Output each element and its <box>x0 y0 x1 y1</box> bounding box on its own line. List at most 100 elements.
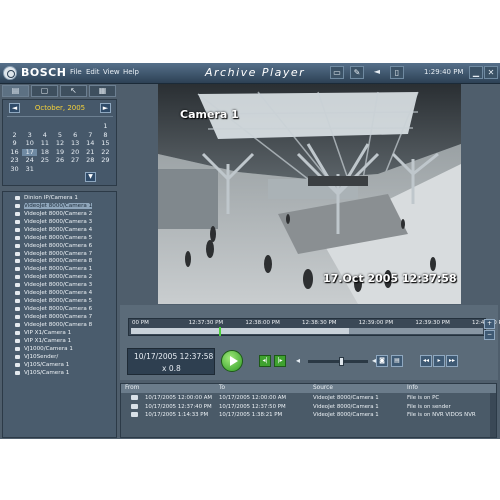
menu-edit[interactable]: Edit <box>86 68 100 76</box>
camera-list-item[interactable]: VideoJet 8000/Camera 6 <box>3 305 116 313</box>
calendar-day[interactable]: 14 <box>83 139 98 148</box>
tab-calendar[interactable]: ▤ <box>2 85 29 97</box>
camera-icon <box>15 267 20 272</box>
calendar-day[interactable]: 22 <box>98 148 113 157</box>
calendar-day[interactable]: 1 <box>98 122 113 131</box>
next-month-button[interactable]: ► <box>100 103 111 113</box>
calendar-day[interactable]: 7 <box>83 131 98 140</box>
monitor-icon[interactable]: ▭ <box>330 66 344 79</box>
calendar-day[interactable]: 5 <box>52 131 67 140</box>
calendar-day[interactable]: 12 <box>52 139 67 148</box>
camera-list-item[interactable]: VJ1000/Camera 1 <box>3 345 116 353</box>
calendar-scroll-button[interactable]: ▼ <box>85 172 96 182</box>
zoom-in-icon: + <box>486 320 493 327</box>
tab-folder[interactable]: ▢ <box>31 85 58 97</box>
calendar-day[interactable]: 26 <box>52 156 67 165</box>
table-scrollbar[interactable] <box>490 393 496 437</box>
play-reverse-button[interactable]: ▸ <box>433 355 445 367</box>
camera-list-item[interactable]: VJ10S/Camera 1 <box>3 361 116 369</box>
print-button[interactable]: ▤ <box>391 355 403 367</box>
camera-list-item[interactable]: VJ10Sender/ <box>3 353 116 361</box>
tab-export[interactable]: ↖ <box>60 85 87 97</box>
camera-list-item[interactable]: VIP X1/Camera 1 <box>3 337 116 345</box>
camera-list-item[interactable]: VideoJet 8000/Camera 7 <box>3 250 116 258</box>
camera-list-item[interactable]: VideoJet 8000/Camera 2 <box>3 210 116 218</box>
device-icon[interactable]: ▯ <box>390 66 404 79</box>
camera-list-item[interactable]: VideoJet 8000/Camera 8 <box>3 258 116 266</box>
calendar-day[interactable]: 20 <box>68 148 83 157</box>
camera-list-item[interactable]: Dinion IP/Camera 1 <box>3 194 116 202</box>
volume-slider-knob[interactable] <box>339 357 344 366</box>
tools-icon[interactable]: ✎ <box>350 66 364 79</box>
rewind-button[interactable]: ◂◂ <box>420 355 432 367</box>
zoom-in-button[interactable]: + <box>484 319 495 329</box>
camera-list-item[interactable]: VideoJet 8000/Camera 3 <box>3 218 116 226</box>
camera-list-item[interactable]: VideoJet 8000/Camera 8 <box>3 321 116 329</box>
fast-forward-button[interactable]: ▸▸ <box>446 355 458 367</box>
camera-list-item[interactable]: VideoJet 8000/Camera 1 <box>3 265 116 273</box>
calendar-day[interactable]: 15 <box>98 139 113 148</box>
calendar-day[interactable]: 18 <box>37 148 52 157</box>
camera-list-item[interactable]: VideoJet 8000/Camera 4 <box>3 226 116 234</box>
calendar-day[interactable]: 4 <box>37 131 52 140</box>
calendar-day[interactable]: 30 <box>7 165 22 174</box>
calendar-day[interactable]: 2 <box>7 131 22 140</box>
step-back-button[interactable]: ◂| <box>259 355 271 367</box>
camera-list-item[interactable]: VideoJet 8000/Camera 1 <box>3 202 116 210</box>
camera-list-item[interactable]: VideoJet 8000/Camera 3 <box>3 281 116 289</box>
table-row[interactable]: 10/17/2005 12:00:00 AM 10/17/2005 12:00:0… <box>121 394 496 402</box>
calendar-day[interactable]: 23 <box>7 156 22 165</box>
table-row[interactable]: 10/17/2005 12:37:40 PM 10/17/2005 12:37:5… <box>121 403 496 411</box>
step-forward-button[interactable]: |▸ <box>274 355 286 367</box>
column-header-to[interactable]: To <box>219 385 225 391</box>
calendar-day[interactable]: 28 <box>83 156 98 165</box>
tab-settings[interactable]: ▦ <box>89 85 116 97</box>
camera-list-item[interactable]: VJ10S/Camera 1 <box>3 369 116 377</box>
zoom-out-button[interactable]: − <box>484 330 495 340</box>
column-header-source[interactable]: Source <box>313 385 333 391</box>
calendar-day[interactable]: 31 <box>22 165 37 174</box>
calendar-day[interactable]: 25 <box>37 156 52 165</box>
close-icon[interactable]: ✕ <box>484 66 498 79</box>
calendar-day[interactable]: 6 <box>68 131 83 140</box>
calendar-day[interactable]: 29 <box>98 156 113 165</box>
play-button[interactable] <box>221 350 243 372</box>
calendar-day[interactable]: 11 <box>37 139 52 148</box>
timeline-bar[interactable] <box>131 328 483 334</box>
column-header-from[interactable]: From <box>125 385 139 391</box>
calendar-day[interactable]: 3 <box>22 131 37 140</box>
minimize-icon[interactable]: ▁ <box>469 66 483 79</box>
camera-list-item[interactable]: VideoJet 8000/Camera 7 <box>3 313 116 321</box>
camera-icon <box>15 259 20 264</box>
volume-slider[interactable] <box>308 357 368 366</box>
calendar-day[interactable]: 21 <box>83 148 98 157</box>
table-row[interactable]: 10/17/2005 1:14:33 PM 10/17/2005 1:38:21 … <box>121 411 496 419</box>
camera-list-item[interactable]: VideoJet 8000/Camera 4 <box>3 289 116 297</box>
calendar-day[interactable]: 16 <box>7 148 22 157</box>
camera-list-item[interactable]: VIP X1/Camera 1 <box>3 329 116 337</box>
timeline[interactable]: 00 PM 12:37:30 PM 12:38:00 PM 12:38:30 PM 12… <box>128 318 500 336</box>
calendar-day[interactable]: 8 <box>98 131 113 140</box>
column-header-info[interactable]: Info <box>407 385 418 391</box>
calendar-day[interactable]: 17 <box>22 148 38 156</box>
calendar-day[interactable]: 24 <box>22 156 37 165</box>
camera-list-label: VideoJet 8000/Camera 6 <box>24 306 93 313</box>
calendar-day[interactable]: 27 <box>68 156 83 165</box>
video-view[interactable]: Camera 1 17.Oct 2005 12:37:58 <box>158 84 461 304</box>
calendar-day[interactable]: 9 <box>7 139 22 148</box>
camera-icon <box>15 322 20 327</box>
menu-view[interactable]: View <box>103 68 120 76</box>
calendar-day[interactable]: 19 <box>52 148 67 157</box>
menu-help[interactable]: Help <box>123 68 139 76</box>
snapshot-button[interactable]: ◙ <box>376 355 388 367</box>
camera-list-item[interactable]: VideoJet 8000/Camera 5 <box>3 297 116 305</box>
speaker-icon[interactable]: ◄ <box>370 66 384 79</box>
menu-file[interactable]: File <box>70 68 82 76</box>
calendar-day[interactable]: 13 <box>68 139 83 148</box>
camera-list-item[interactable]: VideoJet 8000/Camera 5 <box>3 234 116 242</box>
camera-list-item[interactable]: VideoJet 8000/Camera 6 <box>3 242 116 250</box>
camera-list-item[interactable]: VideoJet 8000/Camera 2 <box>3 273 116 281</box>
prev-month-button[interactable]: ◄ <box>9 103 20 113</box>
timeline-cursor[interactable] <box>219 327 221 336</box>
calendar-day[interactable]: 10 <box>22 139 37 148</box>
